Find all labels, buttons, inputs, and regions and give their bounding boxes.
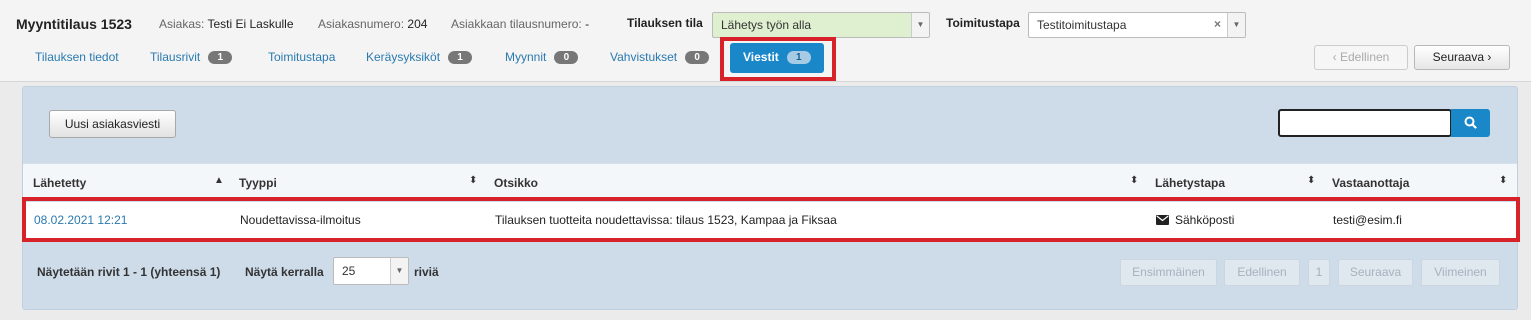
first-page-button[interactable]: Ensimmäinen: [1120, 259, 1217, 286]
table-header: Lähetetty ▲ Tyyppi ⬍ Otsikko ⬍ Lähetysta…: [23, 163, 1517, 201]
order-state-value: Lähetys työn alla: [721, 18, 812, 32]
search-button[interactable]: [1451, 109, 1490, 137]
tab-confirmations[interactable]: Vahvistukset 0: [610, 50, 710, 64]
count-badge: 1: [448, 51, 473, 64]
tab-label: Tilauksen tiedot: [35, 50, 119, 64]
tab-order-details[interactable]: Tilauksen tiedot: [35, 50, 119, 64]
chevron-down-icon[interactable]: ▼: [911, 13, 929, 37]
tab-highlight-box: [720, 37, 836, 81]
per-page-label: Näytä kerralla: [245, 265, 324, 279]
previous-order-button[interactable]: ‹ Edellinen: [1314, 45, 1408, 70]
tab-label: Tilausrivit: [150, 50, 201, 64]
tab-label: Toimitustapa: [268, 50, 336, 64]
chevron-down-icon[interactable]: ▼: [390, 258, 408, 284]
customer-order-label: Asiakkaan tilausnumero:: [451, 17, 582, 31]
column-header-type[interactable]: Tyyppi: [239, 176, 277, 190]
customer-number-info: Asiakasnumero: 204: [318, 17, 427, 31]
row-highlight-box: [22, 197, 1520, 242]
tab-sales[interactable]: Myynnit 0: [505, 50, 579, 64]
tab-label: Myynnit: [505, 50, 547, 64]
customer-value: Testi Ei Laskulle: [207, 17, 294, 31]
last-page-button[interactable]: Viimeinen: [1421, 259, 1500, 286]
customer-order-info: Asiakkaan tilausnumero: -: [451, 17, 589, 31]
sort-icon[interactable]: ⬍: [1307, 175, 1315, 186]
sort-icon[interactable]: ⬍: [1499, 175, 1507, 186]
customer-label: Asiakas:: [159, 17, 205, 31]
tab-order-rows[interactable]: Tilausrivit 1: [150, 50, 233, 64]
tab-picking-units[interactable]: Keräysyksiköt 1: [366, 50, 473, 64]
delivery-select[interactable]: Testitoimitustapa × ▼: [1028, 12, 1246, 38]
order-state-select[interactable]: Lähetys työn alla ▼: [712, 12, 930, 38]
column-header-recipient[interactable]: Vastaanottaja: [1332, 176, 1409, 190]
rows-label: riviä: [414, 265, 439, 279]
rows-info: Näytetään rivit 1 - 1 (yhteensä 1): [37, 265, 221, 279]
search-icon: [1464, 116, 1477, 129]
sort-icon[interactable]: ⬍: [469, 175, 477, 186]
customer-number-value: 204: [407, 17, 428, 31]
delivery-value: Testitoimitustapa: [1037, 18, 1127, 32]
column-header-sent[interactable]: Lähetetty: [33, 176, 86, 190]
count-badge: 0: [554, 51, 579, 64]
new-customer-message-button[interactable]: Uusi asiakasviesti: [49, 110, 176, 138]
delivery-label: Toimitustapa: [946, 16, 1020, 30]
previous-page-button[interactable]: Edellinen: [1224, 259, 1300, 286]
search-input[interactable]: [1278, 109, 1452, 137]
tab-label: Keräysyksiköt: [366, 50, 441, 64]
tab-delivery[interactable]: Toimitustapa: [268, 50, 335, 64]
clear-icon[interactable]: ×: [1214, 17, 1221, 31]
order-state-label: Tilauksen tila: [627, 16, 703, 30]
chevron-down-icon[interactable]: ▼: [1227, 13, 1245, 37]
count-badge: 0: [685, 51, 710, 64]
count-badge: 1: [208, 51, 233, 64]
customer-info: Asiakas: Testi Ei Laskulle: [159, 17, 294, 31]
per-page-value: 25: [342, 264, 356, 278]
column-header-method[interactable]: Lähetystapa: [1155, 176, 1225, 190]
next-page-button[interactable]: Seuraava: [1338, 259, 1413, 286]
page-title: Myyntitilaus 1523: [16, 16, 132, 32]
order-header: Myyntitilaus 1523 Asiakas: Testi Ei Lask…: [0, 0, 1531, 82]
sort-icon[interactable]: ⬍: [1130, 175, 1138, 186]
customer-number-label: Asiakasnumero:: [318, 17, 405, 31]
column-header-subject[interactable]: Otsikko: [494, 176, 538, 190]
per-page-select[interactable]: 25 ▼: [333, 257, 409, 285]
next-order-button[interactable]: Seuraava ›: [1414, 45, 1510, 70]
customer-order-value: -: [585, 17, 590, 31]
sort-ascending-icon[interactable]: ▲: [214, 175, 224, 186]
tab-label: Vahvistukset: [610, 50, 678, 64]
page-1-button[interactable]: 1: [1308, 259, 1330, 286]
